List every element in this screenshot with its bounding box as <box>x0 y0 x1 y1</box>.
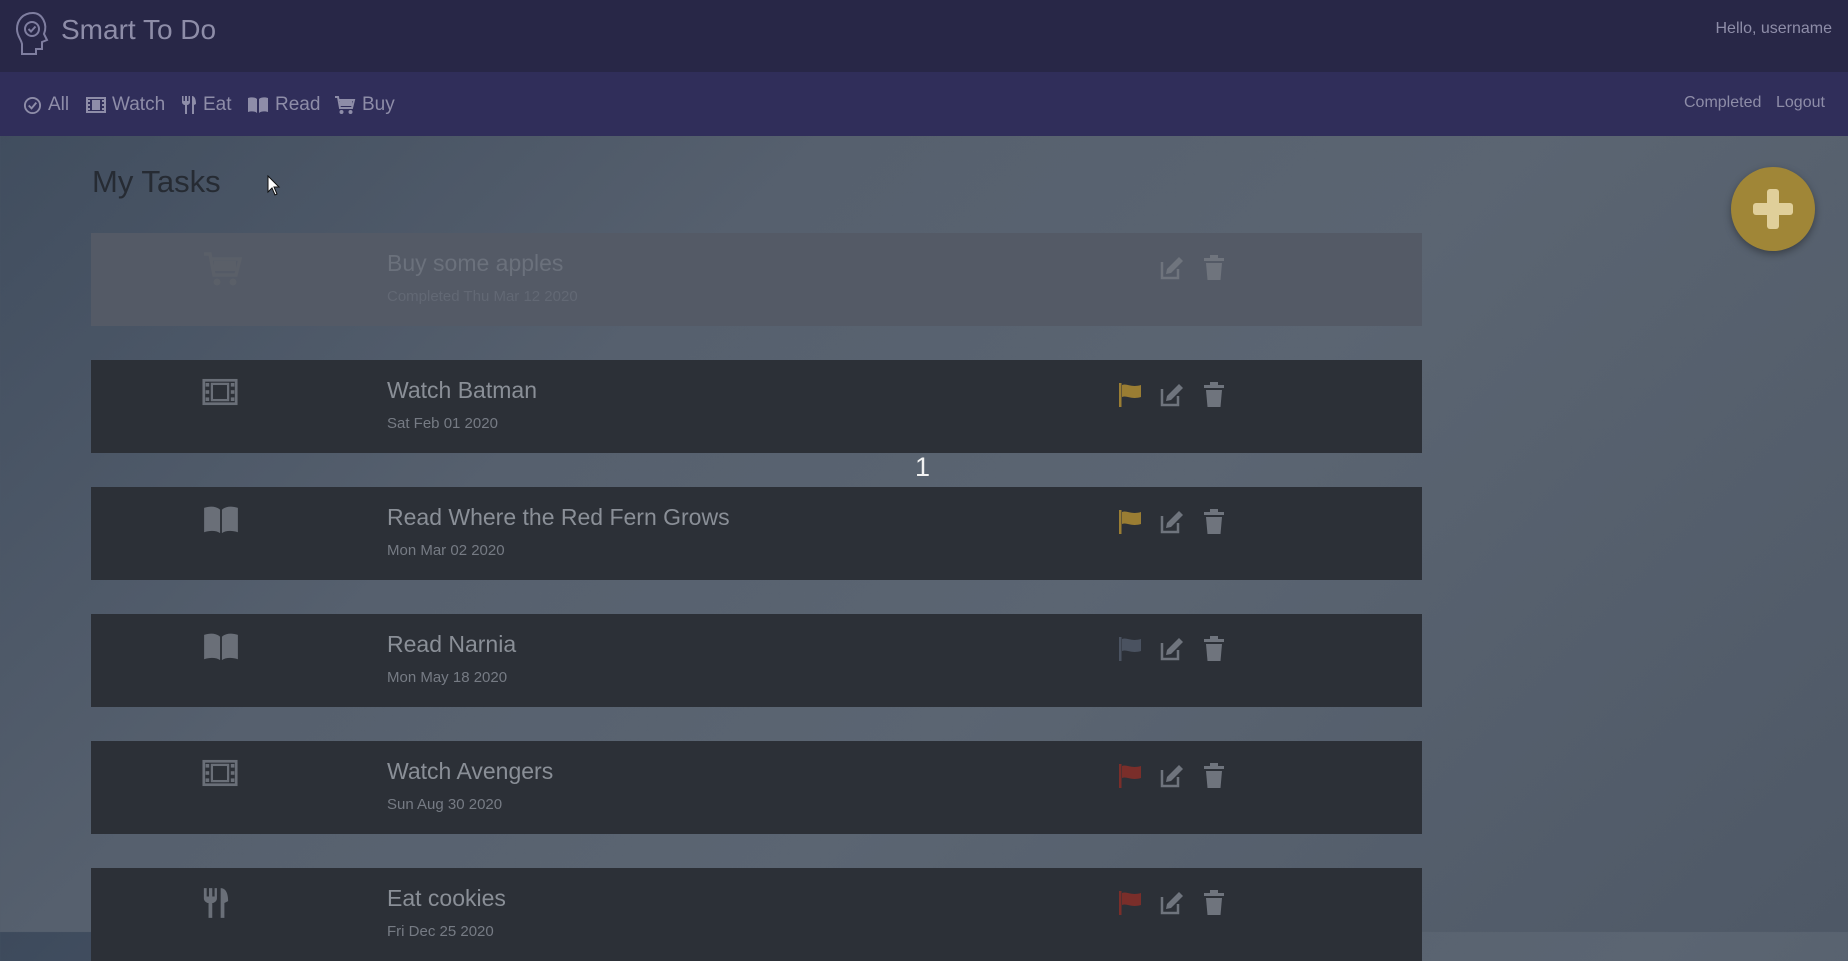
nav-item-eat[interactable]: Eat <box>181 92 232 118</box>
trash-icon[interactable] <box>1203 763 1225 789</box>
trash-icon[interactable] <box>1203 890 1225 916</box>
utensils-icon <box>182 96 196 114</box>
flag-icon[interactable] <box>1117 509 1143 535</box>
flag-icon[interactable] <box>1117 382 1143 408</box>
task-date: Mon Mar 02 2020 <box>387 542 505 559</box>
trash-icon[interactable] <box>1203 382 1225 408</box>
mouse-cursor-icon <box>267 175 281 196</box>
nav-label: Eat <box>203 94 232 115</box>
book-icon <box>202 632 242 668</box>
nav-label: Watch <box>112 94 166 115</box>
page-title: My Tasks <box>92 164 221 199</box>
task-title: Read Narnia <box>387 631 517 657</box>
film-icon <box>202 378 242 414</box>
task-title: Buy some apples <box>387 250 564 276</box>
logout-link[interactable]: Logout <box>1776 94 1825 112</box>
task-title: Watch Batman <box>387 377 537 403</box>
nav-label: Read <box>275 94 321 115</box>
edit-icon[interactable] <box>1159 509 1185 535</box>
film-icon <box>202 759 242 795</box>
task-date: Completed Thu Mar 12 2020 <box>387 288 578 305</box>
book-icon <box>202 505 242 541</box>
edit-icon[interactable] <box>1159 382 1185 408</box>
task-date: Mon May 18 2020 <box>387 669 508 686</box>
task-row[interactable]: Watch Batman Sat Feb 01 2020 <box>91 360 1422 453</box>
trash-icon[interactable] <box>1203 636 1225 662</box>
check-circle-icon <box>23 96 42 114</box>
task-row[interactable]: Read Narnia Mon May 18 2020 <box>91 614 1422 707</box>
edit-icon[interactable] <box>1159 890 1185 916</box>
flag-icon[interactable] <box>1117 636 1143 662</box>
nav-label: Buy <box>362 94 395 115</box>
task-row[interactable]: Eat cookies Fri Dec 25 2020 <box>91 868 1422 961</box>
nav-item-watch[interactable]: Watch <box>86 92 165 118</box>
task-title: Watch Avengers <box>387 758 554 784</box>
cart-icon <box>202 251 243 287</box>
nav-item-read[interactable]: Read <box>247 92 320 118</box>
task-date: Sat Feb 01 2020 <box>387 415 498 432</box>
category-nav: All Watch Eat Read Buy Completed Logout <box>0 72 1848 136</box>
app-header: Smart To Do Hello, username <box>0 0 1848 72</box>
task-row[interactable]: Read Where the Red Fern Grows Mon Mar 02 … <box>91 487 1422 580</box>
edit-icon[interactable] <box>1159 763 1185 789</box>
book-icon <box>248 97 268 113</box>
film-icon <box>86 97 106 113</box>
flag-icon[interactable] <box>1117 890 1143 916</box>
edit-icon[interactable] <box>1159 255 1185 281</box>
brain-check-icon[interactable] <box>14 10 52 58</box>
trash-icon[interactable] <box>1203 255 1225 281</box>
nav-item-all[interactable]: All <box>23 92 69 118</box>
task-row[interactable]: Buy some apples Completed Thu Mar 12 2020 <box>91 233 1422 326</box>
nav-item-buy[interactable]: Buy <box>334 92 395 118</box>
flag-icon[interactable] <box>1117 763 1143 789</box>
edit-icon[interactable] <box>1159 636 1185 662</box>
task-title: Read Where the Red Fern Grows <box>387 504 730 530</box>
user-greeting: Hello, username <box>1715 20 1833 37</box>
nav-label: All <box>48 94 70 115</box>
task-title: Eat cookies <box>387 885 506 911</box>
completed-link[interactable]: Completed <box>1684 94 1761 112</box>
add-task-button[interactable] <box>1731 167 1815 251</box>
app-title[interactable]: Smart To Do <box>61 14 216 46</box>
cart-icon <box>335 95 356 114</box>
task-date: Sun Aug 30 2020 <box>387 796 503 813</box>
task-row[interactable]: Watch Avengers Sun Aug 30 2020 <box>91 741 1422 834</box>
trash-icon[interactable] <box>1203 509 1225 535</box>
plus-icon <box>1753 189 1793 229</box>
drag-counter: 1 <box>915 452 931 482</box>
utensils-icon <box>202 886 242 922</box>
